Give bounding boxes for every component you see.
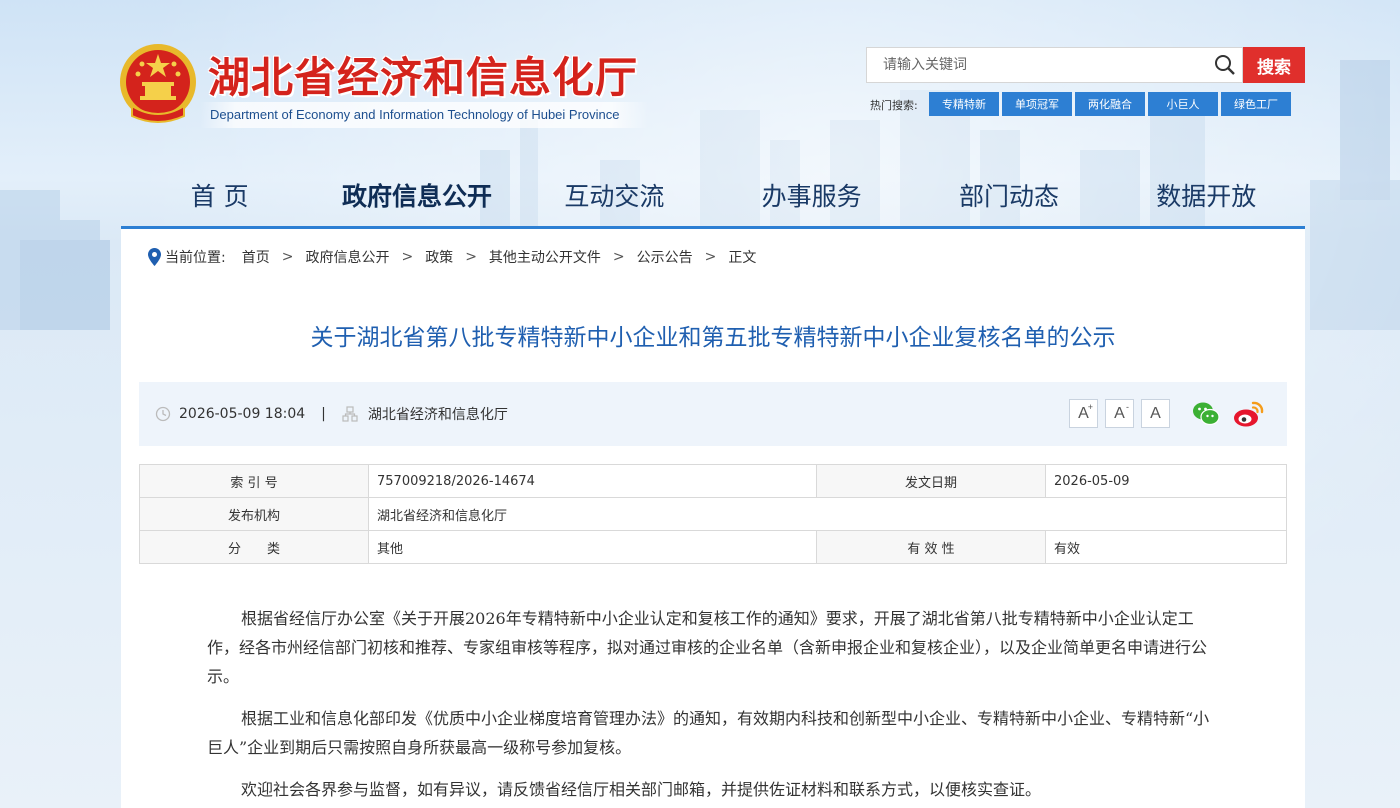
clock-icon (155, 406, 171, 422)
breadcrumb-separator: > (465, 249, 477, 265)
date-label: 发文日期 (816, 464, 1046, 498)
nav-item-open-data[interactable]: 数据开放 (1108, 170, 1305, 228)
category-label: 分 类 (139, 530, 369, 564)
location-pin-icon (148, 248, 161, 266)
hot-tag[interactable]: 小巨人 (1148, 92, 1218, 116)
publisher-value: 湖北省经济和信息化厅 (368, 497, 1287, 531)
validity-label: 有 效 性 (816, 530, 1046, 564)
nav-item-home[interactable]: 首 页 (121, 170, 318, 228)
breadcrumb-item[interactable]: 首页 (242, 247, 270, 267)
nav-item-gov-info[interactable]: 政府信息公开 (318, 170, 515, 228)
hot-tag[interactable]: 绿色工厂 (1221, 92, 1291, 116)
article-meta-bar: 2026-05-09 18:04 | 湖北省经济和信息化厅 A + A- A (139, 382, 1287, 446)
body-paragraph: 根据省经信厅办公室《关于开展2026年专精特新中小企业认定和复核工作的通知》要求… (207, 609, 1208, 686)
breadcrumb-item-current: 正文 (728, 250, 757, 266)
nav-item-interaction[interactable]: 互动交流 (516, 170, 713, 228)
search-box (866, 47, 1243, 83)
font-reset-button[interactable]: A (1141, 399, 1170, 428)
validity-value: 有效 (1045, 530, 1287, 564)
nav-item-services[interactable]: 办事服务 (713, 170, 910, 228)
breadcrumb-item[interactable]: 政府信息公开 (305, 247, 389, 267)
document-info-table: 索 引 号 757009218/2026-14674 发文日期 2026-05-… (139, 464, 1287, 564)
weibo-share-icon[interactable] (1233, 399, 1265, 429)
hot-search-label: 热门搜索: (870, 99, 918, 112)
hot-tag[interactable]: 单项冠军 (1002, 92, 1072, 116)
hot-tag[interactable]: 两化融合 (1075, 92, 1145, 116)
nav-item-news[interactable]: 部门动态 (910, 170, 1107, 228)
breadcrumb-separator: > (704, 249, 717, 265)
breadcrumb-separator: > (281, 249, 294, 265)
search-button[interactable]: 搜索 (1243, 47, 1305, 83)
hot-search-tags: 专精特新 单项冠军 两化融合 小巨人 绿色工厂 (929, 92, 1291, 116)
site-title[interactable]: 湖北省经济和信息化厅 (208, 44, 638, 105)
index-label: 索 引 号 (139, 464, 369, 498)
font-increase-button[interactable]: A + (1069, 399, 1098, 428)
national-emblem-logo (120, 44, 196, 123)
table-row: 发布机构 湖北省经济和信息化厅 (139, 497, 1287, 531)
font-decrease-button[interactable]: A- (1105, 399, 1134, 428)
index-value: 757009218/2026-14674 (368, 464, 817, 498)
breadcrumb-item[interactable]: 其他主动公开文件 (489, 247, 601, 267)
body-paragraph: 欢迎社会各界参与监督，如有异议，请反馈省经信厅相关部门邮箱，并提供佐证材料和联系… (241, 780, 1042, 799)
table-row: 索 引 号 757009218/2026-14674 发文日期 2026-05-… (139, 464, 1287, 498)
search-input[interactable] (867, 48, 1208, 82)
search-icon[interactable] (1208, 48, 1242, 82)
breadcrumb-separator: > (401, 249, 414, 265)
body-paragraph: 根据工业和信息化部印发《优质中小企业梯度培育管理办法》的通知，有效期内科技和创新… (207, 709, 1210, 757)
article-datetime: 2026-05-09 18:04 (179, 406, 306, 422)
breadcrumb-item[interactable]: 公示公告 (637, 247, 693, 267)
table-row: 分 类 其他 有 效 性 有效 (139, 530, 1287, 564)
breadcrumb: 当前位置: 首页 > 政府信息公开 > 政策 > 其他主动公开文件 > 公示公告… (148, 247, 756, 267)
font-size-controls: A + A- A (1069, 399, 1170, 428)
meta-divider: | (321, 406, 326, 422)
publisher-label: 发布机构 (139, 497, 369, 531)
breadcrumb-item[interactable]: 政策 (425, 247, 453, 267)
main-nav: 首 页 政府信息公开 互动交流 办事服务 部门动态 数据开放 (121, 170, 1305, 228)
hot-tag[interactable]: 专精特新 (929, 92, 999, 116)
breadcrumb-label: 当前位置: (165, 250, 226, 266)
category-value: 其他 (368, 530, 817, 564)
article-title: 关于湖北省第八批专精特新中小企业和第五批专精特新中小企业复核名单的公示 (310, 325, 1116, 351)
organization-icon (342, 406, 358, 422)
breadcrumb-separator: > (612, 249, 625, 265)
date-value: 2026-05-09 (1045, 464, 1287, 498)
article-body: 根据省经信厅办公室《关于开展2026年专精特新中小企业认定和复核工作的通知》要求… (207, 604, 1221, 808)
article-source: 湖北省经济和信息化厅 (367, 407, 508, 423)
wechat-share-icon[interactable] (1191, 399, 1221, 429)
site-subtitle: Department of Economy and Information Te… (200, 102, 648, 128)
